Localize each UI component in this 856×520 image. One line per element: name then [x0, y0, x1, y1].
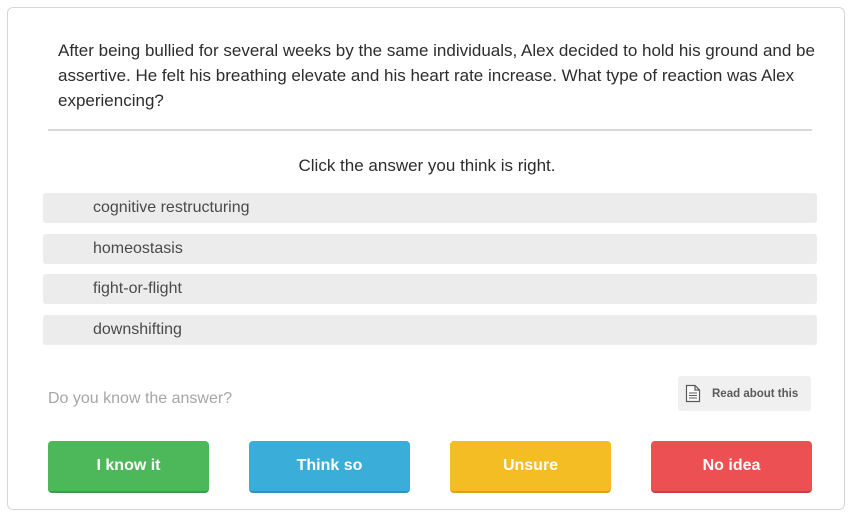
- answer-option-label: cognitive restructuring: [93, 199, 250, 216]
- divider: [48, 129, 812, 131]
- no-idea-button[interactable]: No idea: [651, 441, 812, 493]
- i-know-it-button[interactable]: I know it: [48, 441, 209, 493]
- answer-list: cognitive restructuring homeostasis figh…: [43, 193, 817, 355]
- quiz-card: After being bullied for several weeks by…: [7, 7, 845, 510]
- answer-option-downshifting[interactable]: downshifting: [43, 314, 817, 345]
- answer-option-label: downshifting: [93, 320, 182, 338]
- confidence-buttons: I know it Think so Unsure No idea: [48, 441, 813, 493]
- answer-prompt: Click the answer you think is right.: [298, 156, 556, 175]
- unsure-button[interactable]: Unsure: [450, 441, 611, 493]
- answer-option-homeostasis[interactable]: homeostasis: [43, 233, 817, 264]
- read-about-button[interactable]: Read about this: [678, 376, 811, 411]
- know-answer-label: Do you know the answer?: [48, 390, 233, 407]
- read-about-label: Read about this: [712, 387, 799, 400]
- answer-option-fight-or-flight[interactable]: fight-or-flight: [43, 274, 817, 304]
- answer-option-label: homeostasis: [93, 239, 183, 257]
- answer-option-cognitive-restructuring[interactable]: cognitive restructuring: [43, 193, 817, 223]
- answer-option-label: fight-or-flight: [93, 280, 182, 297]
- think-so-button[interactable]: Think so: [249, 441, 410, 493]
- question-text: After being bullied for several weeks by…: [58, 41, 815, 110]
- document-icon: [684, 384, 702, 404]
